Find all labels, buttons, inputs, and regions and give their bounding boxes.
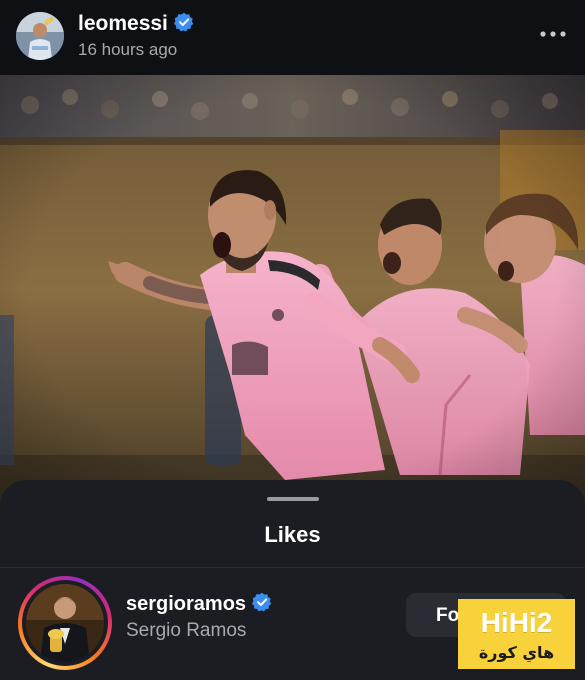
story-ring-gap bbox=[22, 580, 108, 666]
celebration-photo bbox=[0, 75, 585, 505]
post-username[interactable]: leomessi bbox=[78, 12, 194, 36]
verified-badge-icon bbox=[252, 592, 272, 612]
avatar-photo bbox=[16, 12, 64, 60]
watermark-latin-text: HiHi2 bbox=[480, 607, 553, 638]
drag-handle[interactable] bbox=[267, 497, 319, 501]
post-username-text[interactable]: leomessi bbox=[78, 12, 168, 35]
liker-avatar-photo bbox=[26, 584, 104, 662]
post-photo[interactable] bbox=[0, 75, 585, 505]
liker-full-name: Sergio Ramos bbox=[126, 620, 247, 641]
story-ring[interactable] bbox=[18, 576, 112, 670]
post-header: leomessi 16 hours ago bbox=[0, 0, 585, 75]
post-timestamp: 16 hours ago bbox=[78, 40, 178, 59]
liker-username[interactable]: sergioramos bbox=[126, 592, 272, 616]
watermark-arabic-text: هاي كورة bbox=[478, 643, 555, 662]
more-options-icon[interactable] bbox=[539, 27, 567, 41]
verified-badge-icon bbox=[173, 12, 194, 32]
liker-avatar[interactable] bbox=[26, 584, 104, 662]
post-author-avatar[interactable] bbox=[16, 12, 64, 60]
watermark-logo: HiHi2 هاي كورة bbox=[458, 599, 575, 669]
likes-title: Likes bbox=[264, 522, 321, 547]
liker-username-text[interactable]: sergioramos bbox=[126, 593, 246, 615]
